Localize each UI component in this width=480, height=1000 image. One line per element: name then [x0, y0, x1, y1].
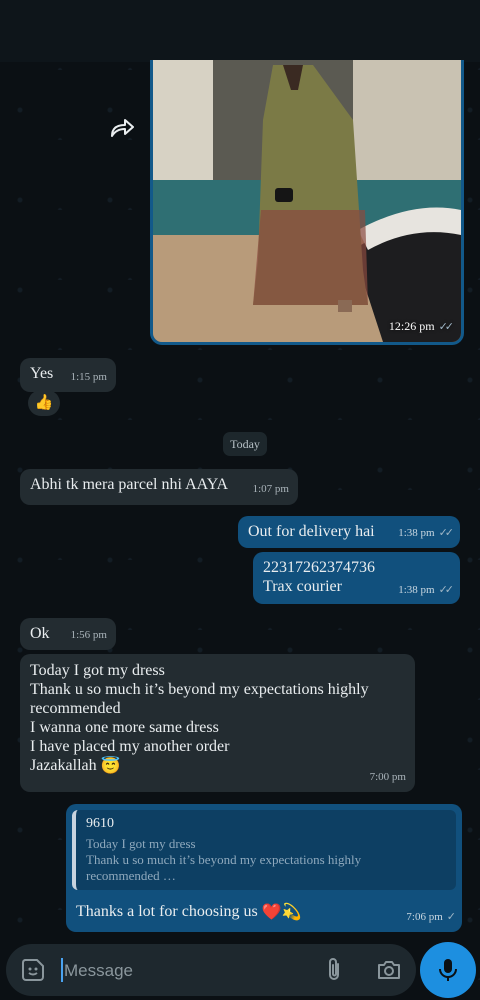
mic-icon	[439, 959, 457, 981]
message-line: Thank u so much it’s beyond my expectati…	[30, 681, 369, 698]
photo-message[interactable]: 12:26 pm ✓✓	[150, 60, 464, 345]
attach-icon[interactable]	[324, 957, 344, 988]
outgoing-message-tracking[interactable]: 22317262374736 Trax courier 1:38 pm ✓✓	[253, 552, 460, 604]
outgoing-reply-message[interactable]: 9610 Today I got my dress Thank u so muc…	[66, 804, 462, 932]
message-line: I have placed my another order	[30, 738, 230, 755]
message-time: 1:56 pm	[70, 629, 107, 641]
smiling-halo-emoji-icon: 😇	[100, 757, 121, 775]
message-line: recommended	[30, 700, 121, 717]
incoming-message-ok[interactable]: Ok 1:56 pm	[20, 618, 116, 650]
text-cursor	[61, 958, 63, 982]
message-line: I wanna one more same dress	[30, 719, 219, 736]
sticker-icon[interactable]	[20, 957, 46, 988]
thumbs-up-icon: 👍	[34, 395, 54, 411]
message-line: Today I got my dress	[30, 662, 165, 679]
quoted-line: Today I got my dress	[86, 836, 196, 851]
reaction-badge[interactable]: 👍	[28, 390, 60, 416]
message-text: Ok	[30, 625, 50, 642]
read-ticks-icon: ✓✓	[438, 527, 455, 539]
tracking-number: 22317262374736	[263, 559, 375, 576]
read-ticks-icon: ✓✓	[438, 321, 455, 333]
message-time: 1:38 pm	[398, 527, 435, 539]
message-text: Yes	[30, 365, 54, 382]
sent-tick-icon: ✓	[446, 911, 456, 923]
read-ticks-icon: ✓✓	[438, 584, 455, 596]
message-time: 1:15 pm	[70, 371, 107, 383]
heart-dizzy-emoji-icon: ❤️💫	[261, 903, 302, 921]
message-time: 1:38 pm	[398, 584, 435, 596]
mic-button[interactable]	[420, 942, 476, 998]
message-line: Jazakallah	[30, 757, 97, 774]
quoted-line: recommended …	[86, 868, 176, 883]
message-input-bar[interactable]: Message	[6, 944, 416, 996]
camera-icon[interactable]	[376, 959, 402, 986]
incoming-message-parcel[interactable]: Abhi tk mera parcel nhi AAYA 1:07 pm	[20, 469, 298, 505]
incoming-message-long[interactable]: Today I got my dress Thank u so much it’…	[20, 654, 415, 792]
top-bar	[0, 0, 480, 62]
quoted-message[interactable]: 9610 Today I got my dress Thank u so muc…	[72, 810, 456, 890]
quoted-line: Thank u so much it’s beyond my expectati…	[86, 852, 362, 867]
message-input[interactable]: Message	[64, 961, 133, 981]
message-text: Thanks a lot for choosing us	[76, 903, 258, 920]
quoted-sender: 9610	[86, 816, 114, 831]
message-text: Abhi tk mera parcel nhi AAYA	[30, 476, 229, 493]
message-time: 7:06 pm	[406, 911, 443, 923]
date-separator: Today	[223, 432, 267, 456]
outgoing-message-delivery[interactable]: Out for delivery hai 1:38 pm ✓✓	[238, 516, 460, 548]
message-time: 1:07 pm	[252, 483, 289, 495]
incoming-message-yes[interactable]: Yes 1:15 pm	[20, 358, 116, 392]
photo-timestamp: 12:26 pm ✓✓	[388, 319, 455, 333]
message-time: 7:00 pm	[369, 771, 406, 783]
message-text: Out for delivery hai	[248, 523, 375, 540]
forward-icon[interactable]	[108, 116, 136, 145]
